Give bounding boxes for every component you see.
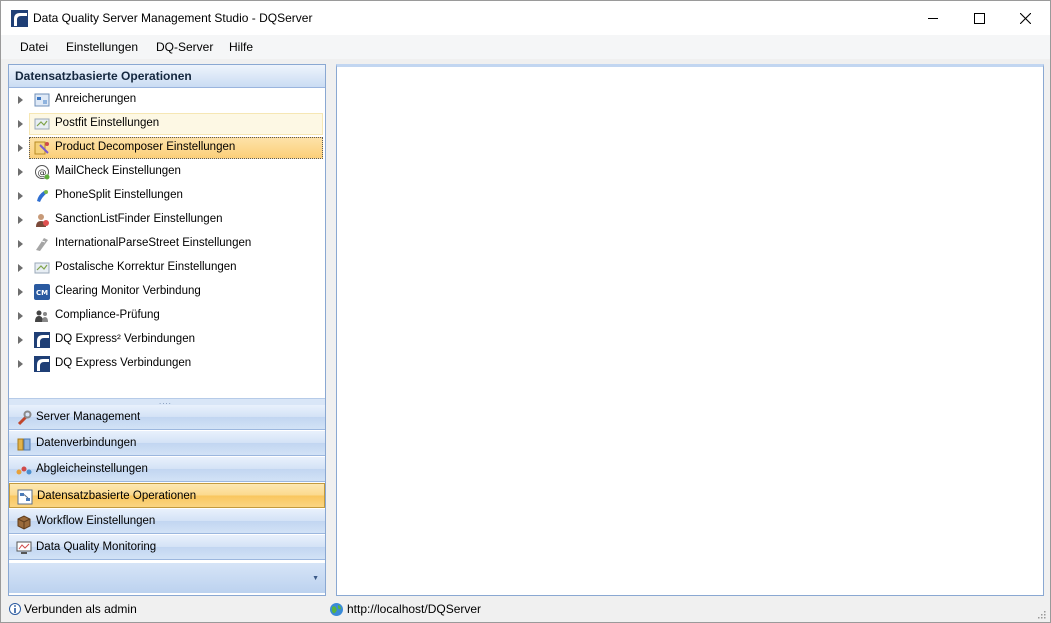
dq-express2-icon [34,332,50,348]
expand-arrow-icon[interactable] [18,288,23,296]
resize-grip-icon[interactable] [1036,609,1046,619]
nav-workflow-einstellungen[interactable]: Workflow Einstellungen [9,509,325,534]
maximize-icon [973,12,985,24]
sanctionlist-icon [36,214,49,227]
compliance-icon [35,310,48,322]
expand-arrow-icon[interactable] [18,240,23,248]
tree-item-anreicherungen[interactable]: Anreicherungen [9,88,325,112]
menu-dq-server[interactable]: DQ-Server [156,40,213,54]
info-icon [9,603,21,615]
wrench-icon [17,410,32,426]
matching-icon [16,466,32,475]
pane-title: Datensatzbasierte Operationen [15,69,192,83]
tree-item-postfit[interactable]: Postfit Einstellungen [9,112,325,136]
menu-hilfe[interactable]: Hilfe [229,40,253,54]
nav-server-management[interactable]: Server Management [9,405,325,430]
expand-arrow-icon[interactable] [18,96,23,104]
window-title: Data Quality Server Management Studio - … [33,11,313,25]
expand-arrow-icon[interactable] [18,336,23,344]
monitoring-icon [16,541,32,554]
minimize-icon [928,18,938,19]
database-icon [17,438,31,451]
nav-overflow-bar: ▼ [9,563,325,593]
tree-item-sanctionlistfinder[interactable]: SanctionListFinder Einstellungen [9,208,325,232]
expand-arrow-icon[interactable] [18,360,23,368]
nav-datensatzbasierte-operationen[interactable]: Datensatzbasierte Operationen [9,483,325,508]
nav-data-quality-monitoring[interactable]: Data Quality Monitoring [9,535,325,560]
tree-item-clearing-monitor[interactable]: CM Clearing Monitor Verbindung [9,280,325,304]
expand-arrow-icon[interactable] [18,144,23,152]
tree-item-label: Compliance-Prüfung [55,309,160,321]
nav-label: Abgleicheinstellungen [36,463,148,475]
tree-item-label: DQ Express Verbindungen [55,357,192,369]
tree-item-mailcheck[interactable]: @ MailCheck Einstellungen [9,160,325,184]
postal-correction-icon [34,262,50,274]
tree-item-label: Clearing Monitor Verbindung [55,285,201,297]
nav-label: Server Management [36,411,141,423]
menu-bar: Datei Einstellungen DQ-Server Hilfe [1,35,1050,59]
menu-einstellungen[interactable]: Einstellungen [66,40,138,54]
maximize-button[interactable] [956,1,1002,35]
tree-item-phonesplit[interactable]: PhoneSplit Einstellungen [9,184,325,208]
tree-item-label: PhoneSplit Einstellungen [55,189,183,201]
tree-item-product-decomposer[interactable]: Product Decomposer Einstellungen [9,136,325,160]
enrichment-icon [34,93,50,107]
connection-status: Verbunden als admin [9,602,137,619]
svg-text:CM: CM [36,289,48,297]
app-window: Data Quality Server Management Studio - … [0,0,1051,623]
close-icon [1019,12,1031,24]
clearing-monitor-icon: CM [34,284,50,300]
tree-item-label: Anreicherungen [55,93,137,105]
tree-item-label: SanctionListFinder Einstellungen [55,213,223,225]
connection-status-text: Verbunden als admin [24,602,137,616]
tree-item-postalische-korrektur[interactable]: Postalische Korrektur Einstellungen [9,256,325,280]
tree-item-dq-express2[interactable]: DQ Express² Verbindungen [9,328,325,352]
expand-arrow-icon[interactable] [18,216,23,224]
tree-item-label: InternationalParseStreet Einstellungen [55,237,252,249]
phonesplit-icon [37,190,48,202]
minimize-button[interactable] [910,1,956,35]
parsestreet-icon [36,238,48,251]
tree-item-label: DQ Express² Verbindungen [55,333,195,345]
chevron-down-icon[interactable]: ▼ [312,575,319,582]
mailcheck-icon: @ [35,165,50,180]
expand-arrow-icon[interactable] [18,264,23,272]
title-bar: Data Quality Server Management Studio - … [1,1,1050,35]
expand-arrow-icon[interactable] [18,120,23,128]
nav-label: Workflow Einstellungen [36,515,156,527]
pane-splitter[interactable]: .... [9,398,325,406]
server-url-text: http://localhost/DQServer [347,602,482,616]
pane-header: Datensatzbasierte Operationen [9,65,325,88]
product-decomposer-icon [34,141,49,155]
nav-datenverbindungen[interactable]: Datenverbindungen [9,431,325,456]
globe-icon [330,603,343,616]
navigation-pane: Datensatzbasierte Operationen Anreicheru… [8,64,326,596]
workflow-icon [17,515,31,530]
close-button[interactable] [1002,1,1048,35]
menu-datei[interactable]: Datei [20,40,48,54]
nav-label: Data Quality Monitoring [36,541,157,553]
expand-arrow-icon[interactable] [18,192,23,200]
expand-arrow-icon[interactable] [18,312,23,320]
expand-arrow-icon[interactable] [18,168,23,176]
operations-tree: Anreicherungen Postfit Einstellungen Pro… [9,88,325,398]
tree-item-label: Postalische Korrektur Einstellungen [55,261,237,273]
nav-label: Datenverbindungen [36,437,137,449]
app-logo-icon [11,10,28,27]
tree-item-dq-express[interactable]: DQ Express Verbindungen [9,352,325,376]
record-operations-icon [17,489,33,505]
postfit-icon [34,118,50,130]
nav-abgleicheinstellungen[interactable]: Abgleicheinstellungen [9,457,325,482]
tree-item-label: MailCheck Einstellungen [55,165,181,177]
status-bar: Verbunden als admin http://localhost/DQS… [1,598,1050,622]
tree-item-internationalparsestreet[interactable]: InternationalParseStreet Einstellungen [9,232,325,256]
server-url: http://localhost/DQServer [329,602,481,620]
nav-label: Datensatzbasierte Operationen [37,490,197,502]
content-pane [336,64,1044,596]
dq-express-icon [34,356,50,372]
tree-item-label: Product Decomposer Einstellungen [55,141,236,153]
tree-item-compliance[interactable]: Compliance-Prüfung [9,304,325,328]
tree-item-label: Postfit Einstellungen [55,117,160,129]
